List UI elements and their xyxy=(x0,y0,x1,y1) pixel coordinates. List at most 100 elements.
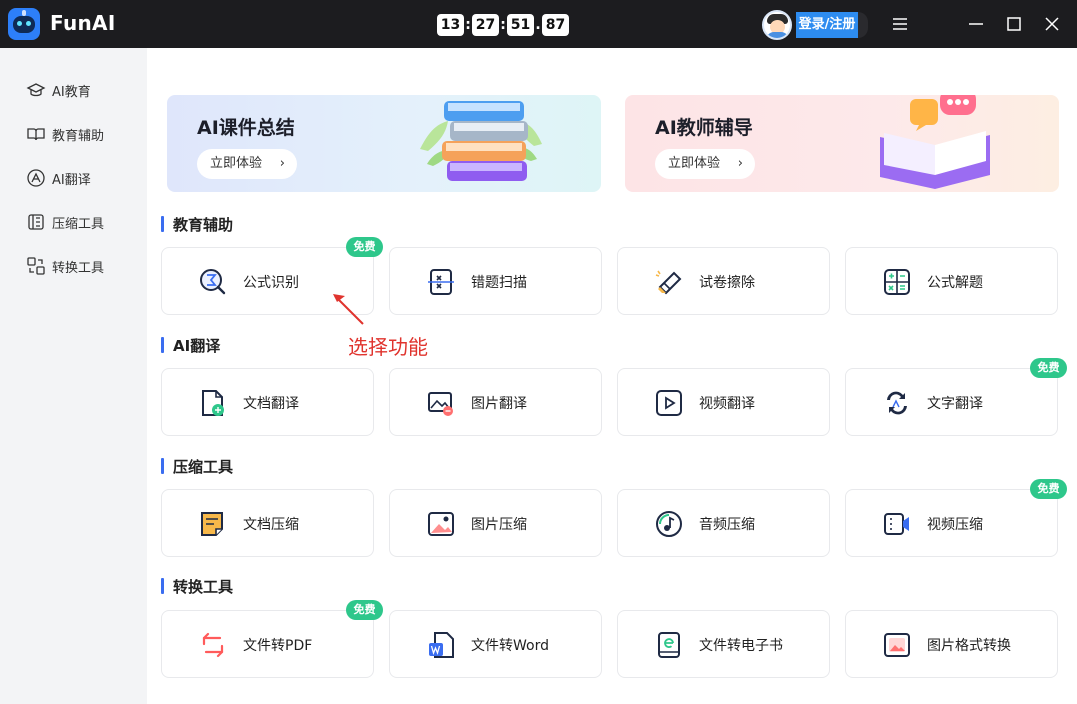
sidebar-item-label: AI教育 xyxy=(52,84,91,100)
free-badge: 免费 xyxy=(346,600,383,620)
sidebar-item-ai-education[interactable]: AI教育 xyxy=(26,78,91,102)
sidebar-item-ai-translate[interactable]: AI翻译 xyxy=(26,166,91,190)
section-accent-bar xyxy=(161,458,164,474)
sidebar-item-convert[interactable]: 转换工具 xyxy=(26,254,104,278)
clock-hours: 13 xyxy=(437,14,464,36)
eraser-icon xyxy=(654,267,684,297)
section-accent-bar xyxy=(161,578,164,594)
section-title-ai-translate: AI翻译 xyxy=(161,335,220,355)
clock-separator: : xyxy=(500,17,506,33)
video-compress-icon xyxy=(882,509,912,539)
menu-icon[interactable] xyxy=(890,14,910,34)
card-document-compress[interactable]: 文档压缩 xyxy=(161,489,374,557)
section-title-text: 压缩工具 xyxy=(173,457,234,476)
section-title-text: AI翻译 xyxy=(173,336,221,355)
section-title-convert: 转换工具 xyxy=(161,576,233,596)
sidebar-item-compress[interactable]: 压缩工具 xyxy=(26,210,104,234)
card-label: 图片翻译 xyxy=(471,396,527,412)
section-title-edu-assist: 教育辅助 xyxy=(161,214,233,234)
file-to-word-icon xyxy=(426,630,456,660)
card-label: 错题扫描 xyxy=(471,275,527,291)
card-file-to-ebook[interactable]: 文件转电子书 xyxy=(617,610,830,678)
annotation-text: 选择功能 xyxy=(348,335,428,359)
card-label: 公式识别 xyxy=(243,275,299,291)
sidebar-item-label: 教育辅助 xyxy=(52,128,105,144)
calculator-icon xyxy=(882,267,912,297)
clock-separator: : xyxy=(465,17,471,33)
section-accent-bar xyxy=(161,337,164,353)
card-label: 视频翻译 xyxy=(699,396,755,412)
translate-icon xyxy=(27,169,45,187)
card-document-translate[interactable]: 文档翻译 xyxy=(161,368,374,436)
card-label: 音频压缩 xyxy=(699,517,755,533)
image-compress-icon xyxy=(426,509,456,539)
books-illustration-icon xyxy=(420,101,542,181)
card-label: 文字翻译 xyxy=(927,396,983,412)
card-image-translate[interactable]: 图片翻译 xyxy=(389,368,602,436)
annotation-arrow-icon xyxy=(333,294,364,325)
file-to-pdf-icon xyxy=(198,630,228,660)
card-image-format-convert[interactable]: 图片格式转换 xyxy=(845,610,1058,678)
banner-title: AI教师辅导 xyxy=(655,117,753,139)
section-title-compress: 压缩工具 xyxy=(161,456,233,476)
banner-ai-courseware-summary[interactable]: AI课件总结 立即体验 › xyxy=(167,95,601,192)
close-icon[interactable] xyxy=(1042,14,1062,34)
banner-title: AI课件总结 xyxy=(197,117,295,139)
card-video-translate[interactable]: 视频翻译 xyxy=(617,368,830,436)
card-label: 公式解题 xyxy=(927,275,983,291)
card-label: 图片压缩 xyxy=(471,517,527,533)
convert-icon xyxy=(27,257,45,275)
image-translate-icon xyxy=(426,388,456,418)
image-format-icon xyxy=(882,630,912,660)
main-content: AI课件总结 立即体验 › AI教师辅导 立即体验 › 教育辅助 公式识别 免费… xyxy=(147,48,1077,704)
card-paper-erase[interactable]: 试卷擦除 xyxy=(617,247,830,315)
sidebar-item-label: 压缩工具 xyxy=(52,216,105,232)
card-label: 视频压缩 xyxy=(927,517,983,533)
clock-seconds: 51 xyxy=(507,14,534,36)
section-title-text: 教育辅助 xyxy=(173,215,234,234)
free-badge: 免费 xyxy=(1030,479,1067,499)
card-text-translate[interactable]: 文字翻译 免费 xyxy=(845,358,1067,436)
card-file-to-word[interactable]: 文件转Word xyxy=(389,610,602,678)
video-translate-icon xyxy=(654,388,684,418)
sidebar-item-edu-assist[interactable]: 教育辅助 xyxy=(26,122,104,146)
login-button-cap xyxy=(858,12,868,38)
open-book-icon xyxy=(27,128,45,141)
card-video-compress[interactable]: 视频压缩 免费 xyxy=(845,479,1067,557)
card-audio-compress[interactable]: 音频压缩 xyxy=(617,489,830,557)
file-to-ebook-icon xyxy=(654,630,684,660)
clock-minutes: 27 xyxy=(472,14,499,36)
try-now-label: 立即体验 xyxy=(668,156,721,171)
card-image-compress[interactable]: 图片压缩 xyxy=(389,489,602,557)
sidebar-item-label: AI翻译 xyxy=(52,172,91,188)
card-mistake-scan[interactable]: 错题扫描 xyxy=(389,247,602,315)
maximize-icon[interactable] xyxy=(1004,14,1024,34)
avatar[interactable] xyxy=(762,10,792,40)
banner-ai-teacher-tutoring[interactable]: AI教师辅导 立即体验 › xyxy=(625,95,1059,192)
clock-separator: . xyxy=(535,17,541,33)
try-now-button[interactable]: 立即体验 › xyxy=(655,149,755,179)
section-accent-bar xyxy=(161,216,164,232)
chevron-right-icon: › xyxy=(737,156,743,171)
login-register-button[interactable]: 登录/注册 xyxy=(796,12,858,38)
card-file-to-pdf[interactable]: 文件转PDF 免费 xyxy=(161,600,383,678)
try-now-button[interactable]: 立即体验 › xyxy=(197,149,297,179)
card-label: 文件转Word xyxy=(471,638,549,654)
title-bar: FunAI 13 : 27 : 51 . 87 登录/注册 xyxy=(0,0,1077,48)
clock: 13 : 27 : 51 . 87 xyxy=(437,14,569,36)
card-label: 图片格式转换 xyxy=(927,638,1011,654)
free-badge: 免费 xyxy=(1030,358,1067,378)
compress-icon xyxy=(28,214,44,230)
card-label: 文件转电子书 xyxy=(699,638,783,654)
minimize-icon[interactable] xyxy=(966,14,986,34)
audio-compress-icon xyxy=(654,509,684,539)
app-logo-icon xyxy=(8,8,40,40)
book-chat-illustration-icon xyxy=(880,95,990,189)
doc-translate-icon xyxy=(198,388,228,418)
graduation-cap-icon xyxy=(26,83,46,97)
free-badge: 免费 xyxy=(346,237,383,257)
sidebar-item-label: 转换工具 xyxy=(52,260,105,276)
card-label: 文件转PDF xyxy=(243,638,313,654)
doc-compress-icon xyxy=(198,509,228,539)
card-formula-solving[interactable]: 公式解题 xyxy=(845,247,1058,315)
